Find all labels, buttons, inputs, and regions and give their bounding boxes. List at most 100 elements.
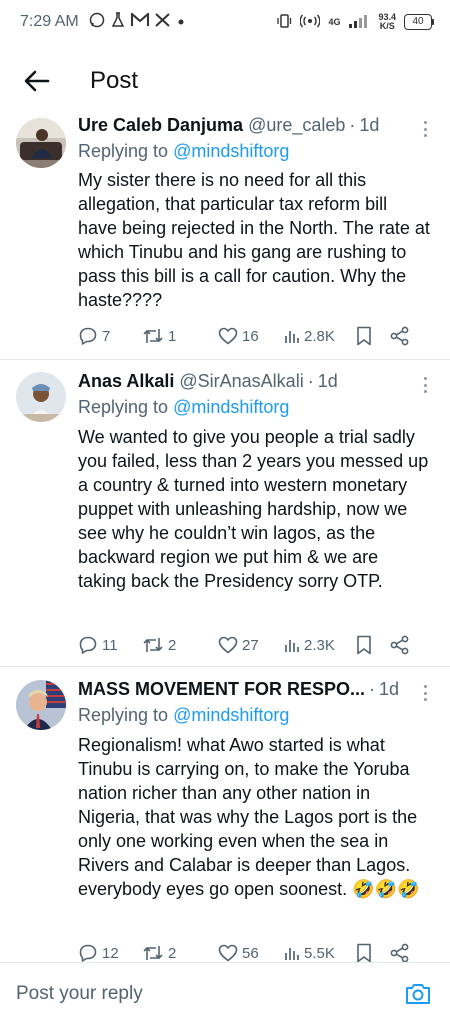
share-button[interactable]: [390, 635, 410, 655]
bookmark-icon: [357, 635, 371, 655]
bookmark-button[interactable]: [356, 635, 390, 655]
more-options-button[interactable]: [418, 682, 432, 704]
mention-link[interactable]: @mindshiftorg: [173, 397, 289, 417]
tweet[interactable]: Anas Alkali @SirAnasAlkali · 1d Replying…: [0, 360, 450, 667]
like-count: 56: [242, 944, 259, 962]
post-time[interactable]: 1d: [379, 679, 399, 700]
like-button[interactable]: 16: [218, 327, 284, 345]
separator-dot: ·: [349, 115, 356, 135]
reply-count: 7: [102, 327, 111, 345]
post-time[interactable]: 1d: [318, 371, 338, 392]
status-time: 7:29 AM: [20, 13, 79, 30]
reply-composer: [0, 962, 450, 1024]
share-icon: [390, 326, 409, 346]
reply-input[interactable]: [16, 982, 404, 1005]
reply-button[interactable]: 11: [78, 635, 142, 655]
tweet-text: My sister there is no need for all this …: [78, 170, 430, 310]
retweet-count: 2: [168, 636, 177, 654]
signal-icon: [348, 14, 370, 31]
share-icon: [390, 635, 409, 655]
retweet-button[interactable]: 1: [142, 327, 218, 345]
bookmark-button[interactable]: [356, 326, 390, 346]
reply-count: 12: [102, 944, 119, 962]
like-button[interactable]: 27: [218, 636, 284, 654]
camera-button[interactable]: [404, 980, 432, 1008]
avatar[interactable]: [16, 680, 66, 730]
share-button[interactable]: [390, 326, 410, 346]
notification-dot-icon: [176, 14, 186, 31]
views-count: 2.3K: [304, 636, 335, 654]
status-right: 4G 93.4 K/S 40: [276, 13, 434, 32]
more-icon: [423, 377, 427, 380]
back-button[interactable]: [22, 66, 52, 96]
tweet-text: We wanted to give you people a trial sad…: [78, 427, 429, 591]
more-options-button[interactable]: [418, 374, 432, 396]
replying-to: Replying to @mindshiftorg: [78, 705, 289, 726]
replying-to: Replying to @mindshiftorg: [78, 141, 289, 162]
retweet-icon: [143, 946, 163, 960]
share-button[interactable]: [390, 943, 410, 963]
status-left: 7:29 AM: [20, 11, 186, 32]
author-name[interactable]: MASS MOVEMENT FOR RESPO...: [78, 679, 365, 700]
bookmark-icon: [357, 943, 371, 963]
reply-count: 11: [102, 636, 118, 654]
vibrate-icon: [276, 13, 292, 32]
gmail-icon: [130, 11, 149, 31]
avatar[interactable]: [16, 118, 66, 168]
camera-icon: [406, 983, 430, 1004]
tweet-actions: 7 1 16 2.8K: [78, 326, 436, 346]
replying-prefix: Replying to: [78, 705, 174, 725]
like-button[interactable]: 56: [218, 944, 284, 962]
reply-icon: [79, 944, 97, 962]
tweet-actions: 11 2 27 2.3K: [78, 635, 436, 655]
like-icon: [218, 636, 238, 654]
retweet-count: 2: [168, 944, 177, 962]
avatar[interactable]: [16, 372, 66, 422]
author-name[interactable]: Ure Caleb Danjuma: [78, 115, 243, 136]
replying-to: Replying to @mindshiftorg: [78, 397, 289, 418]
mention-link[interactable]: @mindshiftorg: [173, 705, 289, 725]
network-speed: 93.4 K/S: [378, 13, 396, 31]
more-icon: [423, 121, 427, 124]
tweet-header: Anas Alkali @SirAnasAlkali · 1d: [78, 371, 410, 392]
views-button[interactable]: 2.8K: [284, 328, 356, 345]
reply-button[interactable]: 7: [78, 326, 142, 346]
bookmark-button[interactable]: [356, 943, 390, 963]
like-icon: [218, 944, 238, 962]
views-icon: [285, 331, 299, 343]
retweet-button[interactable]: 2: [142, 636, 218, 654]
views-button[interactable]: 5.5K: [284, 945, 356, 962]
battery-icon: 40: [404, 14, 434, 30]
views-count: 5.5K: [304, 944, 335, 962]
author-handle[interactable]: @ure_caleb: [248, 115, 345, 136]
hotspot-icon: [299, 14, 321, 31]
author-handle[interactable]: @SirAnasAlkali: [179, 371, 303, 392]
tweet-text: Regionalism! what Awo started is what Ti…: [78, 735, 420, 899]
retweet-count: 1: [168, 327, 177, 345]
replying-prefix: Replying to: [78, 397, 174, 417]
page-header: Post: [0, 52, 450, 110]
reply-icon: [79, 327, 97, 345]
retweet-button[interactable]: 2: [142, 944, 218, 962]
back-arrow-icon: [24, 70, 50, 92]
share-icon: [390, 943, 409, 963]
more-options-button[interactable]: [418, 118, 432, 140]
reply-button[interactable]: 12: [78, 943, 142, 963]
tweet-header: MASS MOVEMENT FOR RESPO... · 1d: [78, 679, 410, 700]
author-name[interactable]: Anas Alkali: [78, 371, 174, 392]
tweet[interactable]: Ure Caleb Danjuma @ure_caleb · 1d Replyi…: [0, 110, 450, 360]
views-icon: [285, 948, 299, 960]
views-button[interactable]: 2.3K: [284, 637, 356, 654]
more-icon: [423, 685, 427, 688]
bookmark-icon: [357, 326, 371, 346]
lab-flask-icon: [111, 12, 125, 32]
mention-link[interactable]: @mindshiftorg: [173, 141, 289, 161]
separator-dot: ·: [369, 679, 376, 699]
tweet[interactable]: MASS MOVEMENT FOR RESPO... · 1d Replying…: [0, 667, 450, 963]
whatsapp-icon: [89, 12, 105, 32]
network-type: 4G: [328, 17, 340, 27]
post-time[interactable]: 1d: [359, 115, 379, 136]
views-count: 2.8K: [304, 327, 335, 345]
reply-icon: [79, 636, 97, 654]
retweet-icon: [143, 329, 163, 343]
